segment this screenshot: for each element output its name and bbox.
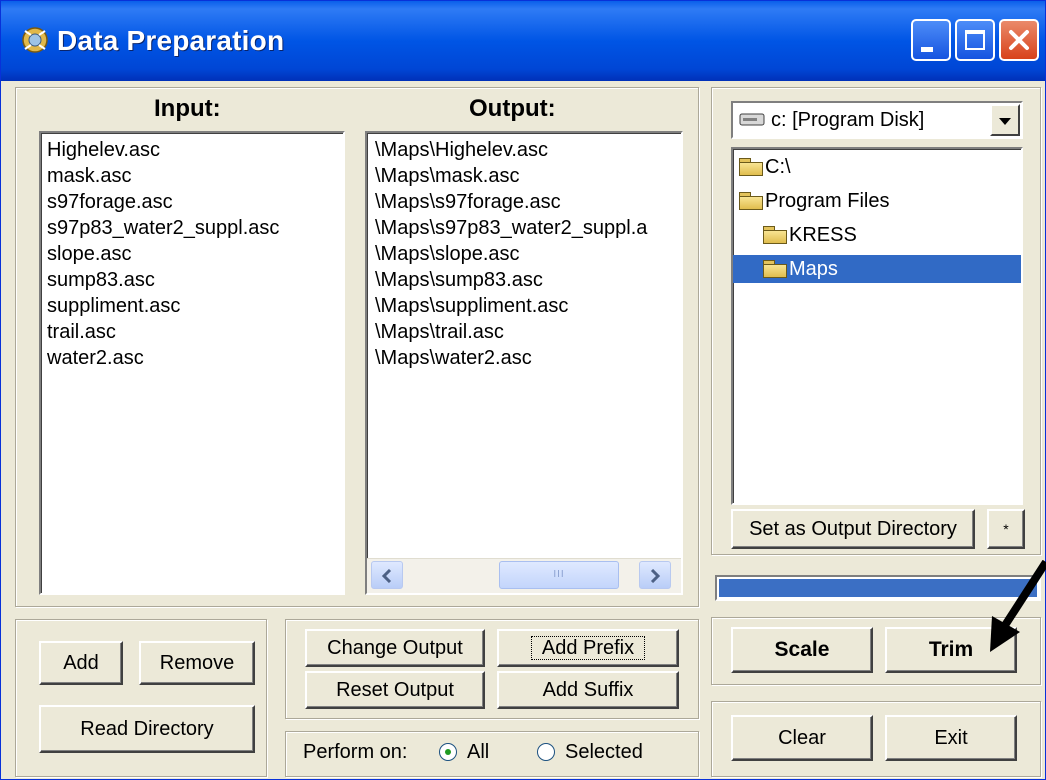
drive-combobox[interactable]: c: [Program Disk] (731, 101, 1023, 139)
output-list-item[interactable]: \Maps\slope.asc (369, 241, 681, 267)
perform-on-label: Perform on: (303, 741, 408, 763)
radio-checked-icon (439, 743, 457, 761)
minimize-button[interactable] (911, 19, 951, 61)
output-list-item[interactable]: \Maps\s97p83_water2_suppl.a (369, 215, 681, 241)
input-list-item[interactable]: s97forage.asc (41, 189, 343, 215)
chevron-left-icon (381, 568, 392, 584)
add-button[interactable]: Add (39, 641, 123, 685)
output-list-item[interactable]: \Maps\water2.asc (369, 345, 681, 371)
radio-unchecked-icon (537, 743, 555, 761)
input-list-item[interactable]: slope.asc (41, 241, 343, 267)
open-folder-icon (763, 226, 787, 244)
scroll-left-button[interactable] (371, 561, 403, 589)
title-bar[interactable]: Data Preparation (1, 1, 1045, 81)
input-list-item[interactable]: mask.asc (41, 163, 343, 189)
add-prefix-button[interactable]: Add Prefix (497, 629, 679, 667)
small-star-button[interactable]: * (987, 509, 1025, 549)
read-directory-button[interactable]: Read Directory (39, 705, 255, 753)
close-icon (1009, 30, 1029, 50)
directory-tree[interactable]: C:\ Program Files KRESS Maps (731, 147, 1023, 505)
scroll-thumb[interactable]: III (499, 561, 619, 589)
tree-node-c-root[interactable]: C:\ (739, 153, 791, 181)
output-list-item[interactable]: \Maps\suppliment.asc (369, 293, 681, 319)
tree-node-kress[interactable]: KRESS (763, 221, 857, 249)
output-hscrollbar[interactable]: III (367, 558, 681, 593)
change-output-button[interactable]: Change Output (305, 629, 485, 667)
reset-output-button[interactable]: Reset Output (305, 671, 485, 709)
input-list-item[interactable]: suppliment.asc (41, 293, 343, 319)
input-list-item[interactable]: sump83.asc (41, 267, 343, 293)
input-list-item[interactable]: trail.asc (41, 319, 343, 345)
clear-button[interactable]: Clear (731, 715, 873, 761)
output-list-item[interactable]: \Maps\mask.asc (369, 163, 681, 189)
output-list-item[interactable]: \Maps\sump83.asc (369, 267, 681, 293)
exit-button[interactable]: Exit (885, 715, 1017, 761)
open-folder-icon (739, 158, 763, 176)
drive-label: c: [Program Disk] (771, 109, 925, 131)
radio-all[interactable]: All (439, 741, 489, 764)
output-list-item[interactable]: \Maps\s97forage.asc (369, 189, 681, 215)
add-prefix-label: Add Prefix (530, 636, 646, 660)
radio-selected[interactable]: Selected (537, 741, 643, 764)
app-icon (22, 27, 48, 53)
minimize-icon (921, 47, 933, 52)
maximize-icon (965, 30, 985, 50)
data-preparation-window: Data Preparation Input: Output: Highelev… (0, 0, 1046, 780)
chevron-right-icon (650, 568, 661, 584)
input-listbox[interactable]: Highelev.asc mask.asc s97forage.asc s97p83_… (39, 131, 345, 595)
tree-node-maps[interactable]: Maps (763, 255, 838, 283)
scroll-right-button[interactable] (639, 561, 671, 589)
chevron-down-icon (999, 118, 1011, 125)
input-header: Input: (154, 95, 221, 122)
output-list-item[interactable]: \Maps\trail.asc (369, 319, 681, 345)
window-title: Data Preparation (57, 25, 285, 56)
annotation-arrow-icon (990, 560, 1046, 652)
set-output-directory-button[interactable]: Set as Output Directory (731, 509, 975, 549)
dropdown-button[interactable] (990, 104, 1020, 136)
open-folder-icon (763, 260, 787, 278)
output-listbox[interactable]: \Maps\Highelev.asc \Maps\mask.asc \Maps\s9… (365, 131, 683, 595)
input-list-item[interactable]: s97p83_water2_suppl.asc (41, 215, 343, 241)
input-list-item[interactable]: Highelev.asc (41, 137, 343, 163)
open-folder-icon (739, 192, 763, 210)
output-list-item[interactable]: \Maps\Highelev.asc (369, 137, 681, 163)
drive-icon (739, 113, 765, 126)
close-button[interactable] (999, 19, 1039, 61)
scale-button[interactable]: Scale (731, 627, 873, 673)
input-list-item[interactable]: water2.asc (41, 345, 343, 371)
add-suffix-button[interactable]: Add Suffix (497, 671, 679, 709)
tree-node-program-files[interactable]: Program Files (739, 187, 889, 215)
output-header: Output: (469, 95, 556, 122)
remove-button[interactable]: Remove (139, 641, 255, 685)
maximize-button[interactable] (955, 19, 995, 61)
